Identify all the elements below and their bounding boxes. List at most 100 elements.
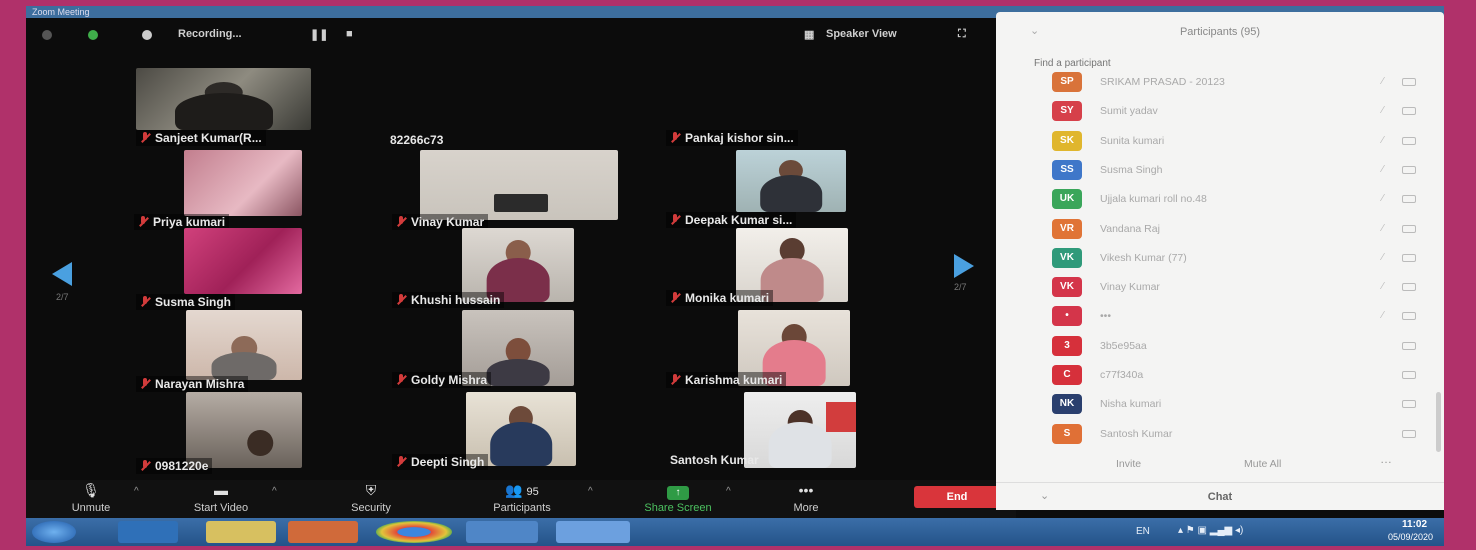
video-feed [186, 392, 302, 468]
participant-row[interactable]: 3 3b5e95aa [1052, 335, 1432, 358]
participant-avatar: VR [1052, 218, 1082, 239]
mic-off-icon: 🎙 [82, 482, 100, 498]
invite-button[interactable]: Invite [1116, 458, 1141, 470]
language-indicator[interactable]: EN [1136, 526, 1150, 537]
windows-taskbar: EN ▴ ⚑ ▣ ▂▄▆ ◂) 11:02 05/09/2020 [26, 518, 1444, 546]
participant-search-input[interactable] [1034, 54, 1414, 72]
participant-name: Sanjeet Kumar(R... [136, 130, 266, 146]
end-meeting-button[interactable]: End [914, 486, 1000, 508]
start-video-button[interactable]: ▬ Start Video [176, 482, 266, 514]
video-tile[interactable]: Karishma kumari [666, 310, 856, 392]
participant-row[interactable]: VK Vinay Kumar ⁄ [1052, 277, 1432, 299]
video-tile[interactable]: Pankaj kishor sin... [666, 68, 866, 146]
shield-icon: ⛨ [365, 482, 377, 498]
stop-recording-icon[interactable]: ■ [346, 28, 353, 40]
more-button[interactable]: ••• More [776, 482, 836, 514]
clock-date[interactable]: 05/09/2020 [1388, 532, 1433, 542]
video-tile[interactable]: 82266c73 [386, 68, 506, 147]
participant-row[interactable]: SK Sunita kumari ⁄ [1052, 130, 1432, 153]
video-tile[interactable]: Khushi hussain [392, 228, 582, 310]
participant-avatar: C [1052, 365, 1082, 385]
video-tile[interactable]: Vinay Kumar [392, 150, 618, 230]
camera-off-icon [1402, 224, 1416, 233]
muted-mic-icon: ⁄ [1382, 281, 1384, 293]
taskbar-app-icon[interactable] [466, 521, 538, 543]
clock-time[interactable]: 11:02 [1402, 519, 1427, 530]
panel-title: Participants (95) [1179, 26, 1261, 38]
muted-mic-icon: ⁄ [1382, 105, 1384, 117]
video-tile[interactable]: Goldy Mishra [392, 310, 582, 392]
speaker-view-icon[interactable]: ▦ [804, 28, 814, 41]
participant-name: Nisha kumari [1100, 398, 1162, 411]
info-icon[interactable] [42, 30, 52, 40]
panel-scrollbar[interactable] [1436, 392, 1441, 452]
page-indicator-left: 2/7 [56, 292, 69, 302]
video-options-caret[interactable]: ^ [272, 486, 277, 497]
muted-mic-icon [138, 216, 148, 228]
screen: Zoom Meeting Recording... ❚❚ ■ ▦ Speaker… [26, 6, 1444, 546]
participants-options-caret[interactable]: ^ [588, 486, 593, 497]
participant-avatar: • [1052, 306, 1082, 327]
participant-row[interactable]: Cc77f340a [1052, 365, 1432, 387]
security-button[interactable]: ⛨ Security [334, 482, 408, 514]
muted-mic-icon: ⁄ [1382, 251, 1384, 263]
video-tile[interactable]: Monika kumari [666, 228, 856, 310]
video-tile[interactable]: 0981220e [136, 392, 312, 474]
participant-avatar: NK [1052, 394, 1082, 415]
participant-row[interactable]: UK Ujjala kumari roll no.48 ⁄ [1052, 189, 1432, 211]
participant-row[interactable]: S Santosh Kumar [1052, 423, 1432, 446]
participant-row[interactable]: SP SRIKAM PRASAD - 20123 ⁄ [1052, 72, 1432, 94]
muted-mic-icon: ⁄ [1382, 163, 1384, 175]
participant-avatar: SK [1052, 130, 1082, 151]
pause-recording-icon[interactable]: ❚❚ [310, 28, 328, 41]
camera-off-icon [1402, 371, 1416, 379]
mute-all-button[interactable]: Mute All [1244, 458, 1281, 470]
video-off-icon: ▬ [214, 482, 228, 498]
taskbar-ie-icon[interactable] [118, 521, 178, 543]
participant-row[interactable]: NK Nisha kumari [1052, 394, 1432, 416]
encryption-shield-icon[interactable] [88, 30, 98, 40]
video-tile[interactable]: Deepti Singh [392, 392, 582, 472]
camera-off-icon [1402, 78, 1416, 86]
video-tile[interactable]: Santosh Kumar [666, 392, 866, 472]
start-button[interactable] [32, 521, 76, 543]
gallery-view: Sanjeet Kumar(R... 82266c73 Pankaj kisho… [26, 52, 1001, 480]
participant-avatar: UK [1052, 189, 1082, 210]
audio-options-caret[interactable]: ^ [134, 486, 139, 497]
video-tile[interactable]: Deepak Kumar si... [666, 150, 846, 230]
chat-bar[interactable]: ⌄ Chat [996, 482, 1444, 510]
muted-mic-icon: ⁄ [1382, 310, 1384, 322]
participant-name: Sumit yadav [1100, 105, 1158, 118]
participants-button[interactable]: 👥 95 Participants [472, 482, 572, 514]
tray-icons[interactable]: ▴ ⚑ ▣ ▂▄▆ ◂) [1178, 525, 1243, 536]
participant-row[interactable]: VR Vandana Raj ⁄ [1052, 218, 1432, 241]
video-tile[interactable]: Priya kumari [134, 150, 304, 230]
taskbar-chrome-icon[interactable] [376, 521, 452, 543]
taskbar-media-icon[interactable] [288, 521, 358, 543]
camera-off-icon [1402, 165, 1416, 174]
share-screen-button[interactable]: ↑ Share Screen [624, 482, 732, 514]
unmute-button[interactable]: 🎙 Unmute [56, 482, 126, 514]
video-tile[interactable]: Susma Singh [136, 228, 312, 310]
previous-page-icon[interactable] [52, 262, 72, 286]
video-tile[interactable]: Narayan Mishra [136, 310, 312, 392]
video-tile[interactable]: Sanjeet Kumar(R... [136, 68, 311, 146]
participant-row[interactable]: SY Sumit yadav ⁄ [1052, 101, 1432, 123]
participant-row[interactable]: • ••• ⁄ [1052, 306, 1432, 328]
next-page-icon[interactable] [954, 254, 974, 278]
muted-mic-icon [396, 374, 406, 386]
muted-mic-icon [396, 294, 406, 306]
participant-row[interactable]: VK Vikesh Kumar (77) ⁄ [1052, 247, 1432, 270]
panel-more-icon[interactable]: … [1380, 452, 1392, 466]
speaker-view-button[interactable]: Speaker View [826, 28, 897, 40]
participant-name: Vinay Kumar [1100, 281, 1160, 294]
share-options-caret[interactable]: ^ [726, 486, 731, 497]
muted-mic-icon: ⁄ [1382, 193, 1384, 205]
taskbar-folder-icon[interactable] [206, 521, 276, 543]
participant-row[interactable]: SS Susma Singh ⁄ [1052, 159, 1432, 182]
participant-name: Karishma kumari [666, 372, 787, 388]
camera-off-icon [1402, 195, 1416, 204]
fullscreen-icon[interactable]: ⛶ [958, 28, 966, 41]
muted-mic-icon [140, 296, 150, 308]
taskbar-zoom-icon[interactable] [556, 521, 630, 543]
